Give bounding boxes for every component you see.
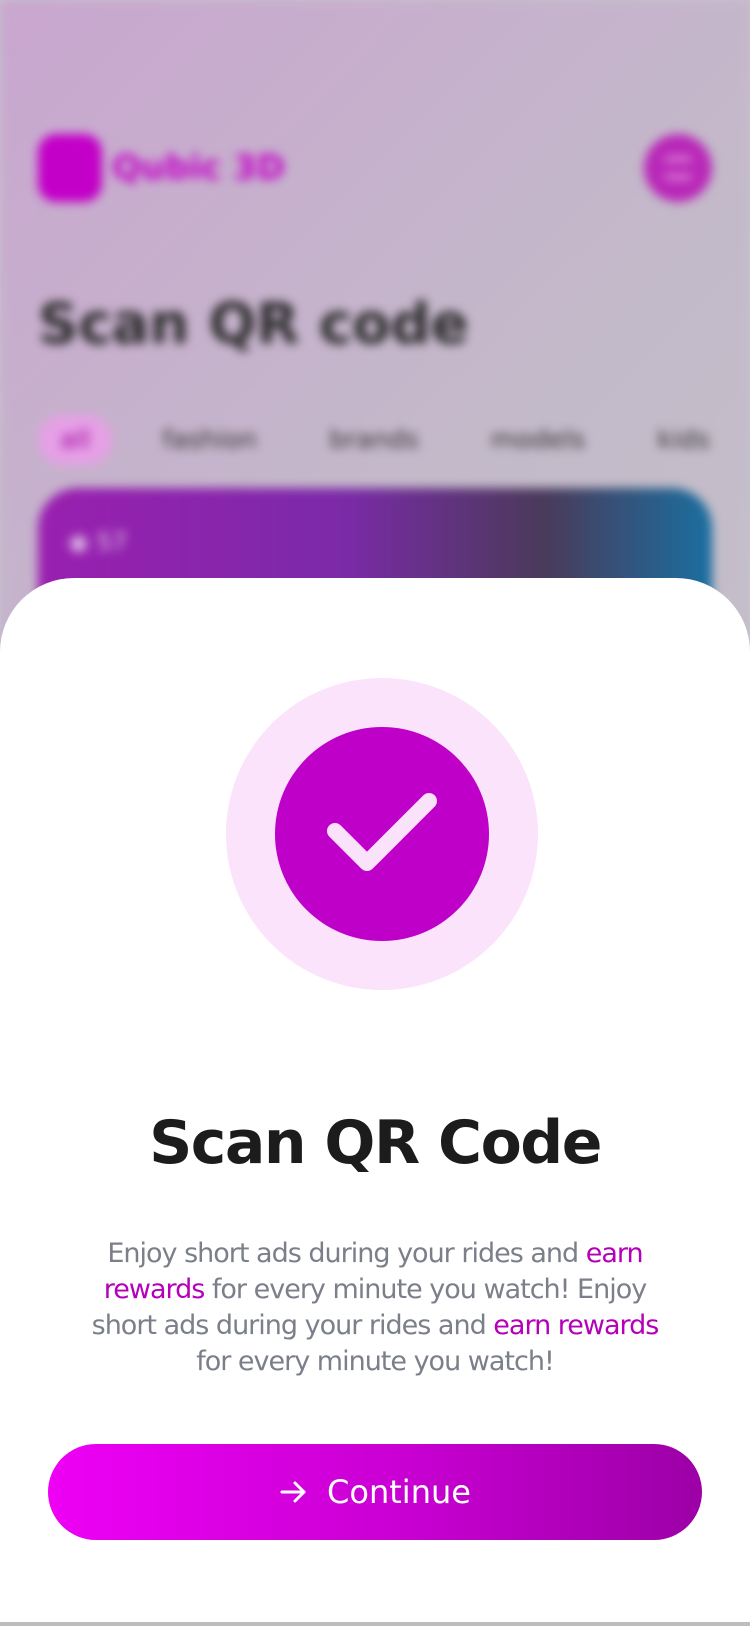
bg-category-chips: all fashion brands models kids beau: [38, 415, 750, 465]
brand-name: Qubic 3D: [112, 148, 285, 188]
sheet-title: Scan QR Code: [149, 1108, 602, 1178]
brand-logo-icon: [38, 134, 102, 202]
arrow-right-icon: [280, 1481, 306, 1503]
success-badge: [275, 727, 489, 941]
bottom-edge-bar: [0, 1622, 750, 1626]
description-text: for every minute you watch!: [196, 1346, 555, 1377]
continue-label: Continue: [327, 1473, 471, 1511]
description-text: Enjoy short ads during your rides and: [107, 1238, 586, 1269]
menu-icon: [665, 157, 691, 179]
chip-all: all: [38, 415, 113, 465]
chip-fashion: fashion: [162, 425, 258, 455]
success-bottom-sheet: Scan QR Code Enjoy short ads during your…: [0, 578, 750, 1626]
bg-page-title: Scan QR code: [38, 292, 469, 357]
chip-models: models: [490, 425, 586, 455]
bg-header: Qubic 3D: [38, 128, 712, 208]
bg-card-tag: ◉ 57: [68, 528, 128, 556]
highlight-earn-rewards: earn rewards: [493, 1310, 659, 1341]
bg-brand: Qubic 3D: [38, 134, 285, 202]
menu-button: [644, 134, 712, 202]
chip-brands: brands: [329, 425, 419, 455]
check-icon: [327, 793, 437, 871]
sheet-description: Enjoy short ads during your rides and ea…: [80, 1236, 670, 1380]
success-halo: [226, 678, 538, 990]
continue-button[interactable]: Continue: [48, 1444, 702, 1540]
chip-kids: kids: [657, 425, 710, 455]
